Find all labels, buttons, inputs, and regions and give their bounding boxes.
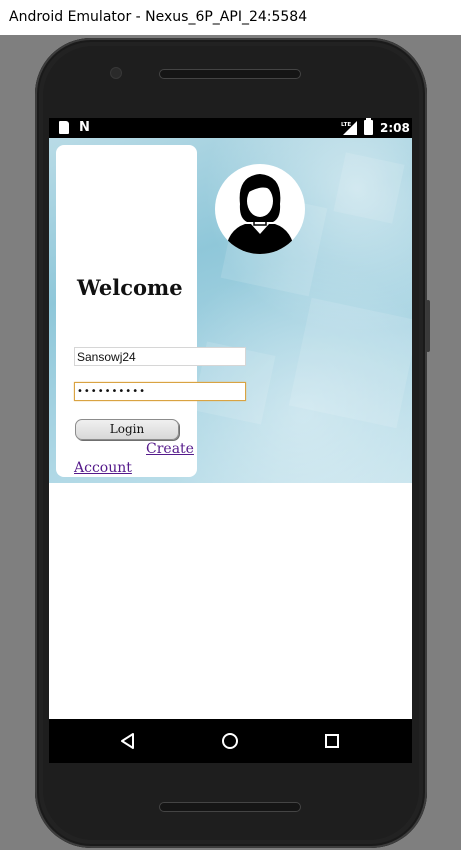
- svg-text:LTE: LTE: [341, 122, 351, 128]
- user-silhouette-icon: [225, 174, 295, 254]
- phone-screen: N LTE 2:08 Welcome Login Create Account: [49, 118, 412, 763]
- password-input[interactable]: [74, 382, 246, 401]
- navigation-bar: [49, 719, 412, 763]
- lte-signal-icon: LTE: [341, 121, 357, 135]
- app-empty-area: [49, 483, 412, 719]
- create-account-link-line2[interactable]: Account: [74, 460, 132, 476]
- emulator-window-title: Android Emulator - Nexus_6P_API_24:5584: [0, 0, 461, 35]
- bottom-speaker: [159, 802, 301, 812]
- power-button[interactable]: [426, 300, 430, 352]
- create-account-link-line1[interactable]: Create: [146, 441, 194, 457]
- recents-icon[interactable]: [322, 731, 342, 751]
- app-background: Welcome Login Create Account: [49, 138, 412, 483]
- top-speaker: [159, 69, 301, 79]
- login-button[interactable]: Login: [75, 419, 179, 440]
- sd-card-icon: [59, 121, 69, 134]
- avatar: [215, 164, 305, 254]
- front-camera: [110, 67, 122, 79]
- status-bar: N LTE 2:08: [49, 118, 412, 138]
- battery-icon: [364, 118, 373, 135]
- home-icon[interactable]: [220, 731, 240, 751]
- back-icon[interactable]: [118, 731, 138, 751]
- username-input[interactable]: [74, 347, 246, 366]
- status-time: 2:08: [380, 121, 410, 135]
- welcome-heading: Welcome: [77, 275, 183, 300]
- n-notification-icon: N: [79, 120, 90, 135]
